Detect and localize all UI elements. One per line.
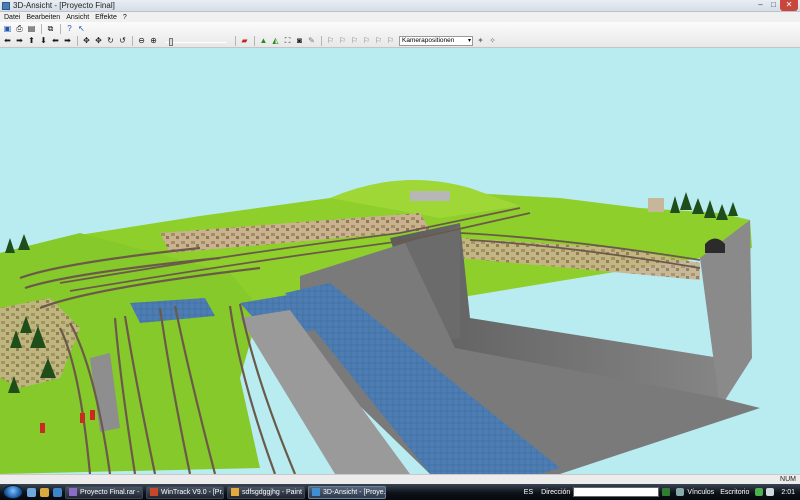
tilt-up-icon[interactable]: ↻ bbox=[105, 36, 116, 46]
zoom-slider[interactable] bbox=[163, 36, 229, 46]
rotate-left-icon[interactable]: ⬅ bbox=[50, 36, 61, 46]
menu-effekte[interactable]: Effekte bbox=[93, 14, 121, 21]
taskbar-item-wintrack[interactable]: WinTrack V9.0 - [Pr... bbox=[146, 485, 224, 499]
toolbar-separator bbox=[77, 36, 78, 46]
signal-icon[interactable]: ⚐ bbox=[325, 36, 336, 46]
tilt-down-icon[interactable]: ↺ bbox=[117, 36, 128, 46]
chevron-down-icon: ▾ bbox=[467, 38, 471, 44]
zoom-slider-track bbox=[165, 42, 227, 43]
save-icon[interactable]: ▣ bbox=[2, 24, 13, 34]
camera-delete-icon[interactable]: ✧ bbox=[487, 36, 498, 46]
3d-view-icon bbox=[312, 488, 320, 496]
zoom-out-icon[interactable]: ⊖ bbox=[136, 36, 147, 46]
show-desktop-icon[interactable] bbox=[27, 487, 36, 497]
print-preview-icon[interactable]: ▤ bbox=[26, 24, 37, 34]
taskbar-item-label: 3D-Ansicht - [Proye... bbox=[323, 488, 386, 496]
toolbar-row-file: ▣ ⎙ ▤ ⧉ ? ↖ bbox=[2, 23, 88, 35]
taskbar-item-label: sdfsgdggjhg - Paint bbox=[242, 488, 302, 496]
taskbar-item-label: Proyecto Final.rar - ... bbox=[80, 488, 143, 496]
taskbar-item-paint[interactable]: sdfsgdggjhg - Paint bbox=[227, 485, 305, 499]
menu-bearbeiten[interactable]: Bearbeiten bbox=[24, 14, 64, 21]
buffer-stop bbox=[90, 410, 95, 420]
signal-5-icon[interactable]: ⚐ bbox=[373, 36, 384, 46]
signal-3-icon[interactable]: ⚐ bbox=[349, 36, 360, 46]
arrow-left-icon[interactable]: ⬅ bbox=[2, 36, 13, 46]
buffer-stop bbox=[40, 423, 45, 433]
links-icon bbox=[676, 488, 685, 496]
walk-icon[interactable]: ✥ bbox=[81, 36, 92, 46]
toolbar-separator bbox=[60, 24, 61, 34]
app-icon bbox=[2, 1, 10, 10]
3d-viewport[interactable] bbox=[0, 48, 800, 474]
arrow-right-icon[interactable]: ➡ bbox=[14, 36, 25, 46]
wintrack-icon bbox=[150, 488, 158, 496]
signal-4-icon[interactable]: ⚐ bbox=[361, 36, 372, 46]
address-label: Dirección bbox=[541, 488, 571, 496]
toolbar-row-view: ⬅ ➡ ⬆ ⬇ ⬅ ➡ ✥ ✥ ↻ ↺ ⊖ ⊕ ▰ ▲ ◭ ⛶ ◙ ✎ ⚐ ⚐ … bbox=[2, 35, 499, 47]
landscape-icon[interactable]: ▲ bbox=[258, 36, 269, 46]
camera-position-value: Kamerapositionen bbox=[402, 37, 455, 44]
title-bar: 3D-Ansicht - [Proyecto Final] – □ ✕ bbox=[0, 0, 800, 12]
toolbar-separator bbox=[254, 36, 255, 46]
print-icon[interactable]: ⎙ bbox=[14, 24, 25, 34]
buffer-stop bbox=[80, 413, 85, 423]
links-toolbar[interactable]: Vínculos bbox=[687, 489, 714, 496]
walk-back-icon[interactable]: ✥ bbox=[93, 36, 104, 46]
signal-2-icon[interactable]: ⚐ bbox=[337, 36, 348, 46]
menu-help[interactable]: ? bbox=[121, 14, 131, 21]
taskbar-item-3d-view[interactable]: 3D-Ansicht - [Proye... bbox=[308, 485, 386, 499]
language-indicator[interactable]: ES bbox=[524, 489, 533, 496]
status-bar: NUM bbox=[0, 474, 800, 484]
arrow-down-icon[interactable]: ⬇ bbox=[38, 36, 49, 46]
camera-position-dropdown[interactable]: Kamerapositionen ▾ bbox=[399, 36, 473, 46]
maximize-button[interactable]: □ bbox=[767, 0, 780, 11]
network-icon[interactable] bbox=[755, 488, 764, 496]
winrar-icon bbox=[69, 488, 77, 496]
menu-bar: Datei Bearbeiten Ansicht Effekte ? bbox=[0, 12, 800, 22]
fit-view-icon[interactable]: ⛶ bbox=[282, 36, 293, 46]
address-input[interactable] bbox=[573, 487, 660, 497]
taskbar-item-label: WinTrack V9.0 - [Pr... bbox=[161, 488, 224, 496]
zoom-in-icon[interactable]: ⊕ bbox=[148, 36, 159, 46]
volume-icon[interactable] bbox=[766, 488, 775, 496]
terrain-icon[interactable]: ◭ bbox=[270, 36, 281, 46]
quick-launch-icon-2[interactable] bbox=[53, 487, 62, 497]
arrow-up-icon[interactable]: ⬆ bbox=[26, 36, 37, 46]
copy-icon[interactable]: ⧉ bbox=[45, 24, 56, 34]
window-title: 3D-Ansicht - [Proyecto Final] bbox=[13, 1, 115, 10]
desktop-toolbar[interactable]: Escritorio bbox=[720, 489, 749, 496]
taskbar-item-rar[interactable]: Proyecto Final.rar - ... bbox=[65, 485, 143, 499]
signal-6-icon[interactable]: ⚐ bbox=[385, 36, 396, 46]
camera-add-icon[interactable]: ✦ bbox=[475, 36, 486, 46]
toolbar-separator bbox=[41, 24, 42, 34]
paint-icon bbox=[231, 488, 239, 496]
help-icon[interactable]: ? bbox=[64, 24, 75, 34]
layout-3d-render bbox=[0, 180, 760, 474]
minimize-button[interactable]: – bbox=[754, 0, 767, 11]
toolbar: ▣ ⎙ ▤ ⧉ ? ↖ ⬅ ➡ ⬆ ⬇ ⬅ ➡ ✥ ✥ ↻ ↺ ⊖ ⊕ ▰ ▲ … bbox=[0, 22, 800, 48]
toolbar-separator bbox=[321, 36, 322, 46]
train-red-icon[interactable]: ▰ bbox=[239, 36, 250, 46]
system-tray: ES Dirección Vínculos Escritorio 2:01 bbox=[524, 484, 800, 500]
toolbar-separator bbox=[132, 36, 133, 46]
num-lock-indicator: NUM bbox=[780, 476, 796, 483]
context-help-icon[interactable]: ↖ bbox=[76, 24, 87, 34]
menu-ansicht[interactable]: Ansicht bbox=[64, 14, 93, 21]
clock[interactable]: 2:01 bbox=[781, 489, 795, 496]
quick-launch-icon[interactable] bbox=[40, 487, 49, 497]
taskbar: Proyecto Final.rar - ... WinTrack V9.0 -… bbox=[0, 484, 800, 500]
toolbar-separator bbox=[235, 36, 236, 46]
close-button[interactable]: ✕ bbox=[780, 0, 798, 11]
rotate-right-icon[interactable]: ➡ bbox=[62, 36, 73, 46]
rock-outcrop bbox=[648, 198, 664, 212]
start-button[interactable] bbox=[3, 485, 23, 499]
zoom-slider-thumb[interactable] bbox=[169, 38, 173, 46]
go-arrow-icon[interactable] bbox=[662, 488, 671, 496]
camera-icon[interactable]: ◙ bbox=[294, 36, 305, 46]
paint-icon[interactable]: ✎ bbox=[306, 36, 317, 46]
station-building bbox=[410, 191, 450, 201]
window-controls: – □ ✕ bbox=[754, 0, 798, 11]
menu-datei[interactable]: Datei bbox=[2, 14, 24, 21]
